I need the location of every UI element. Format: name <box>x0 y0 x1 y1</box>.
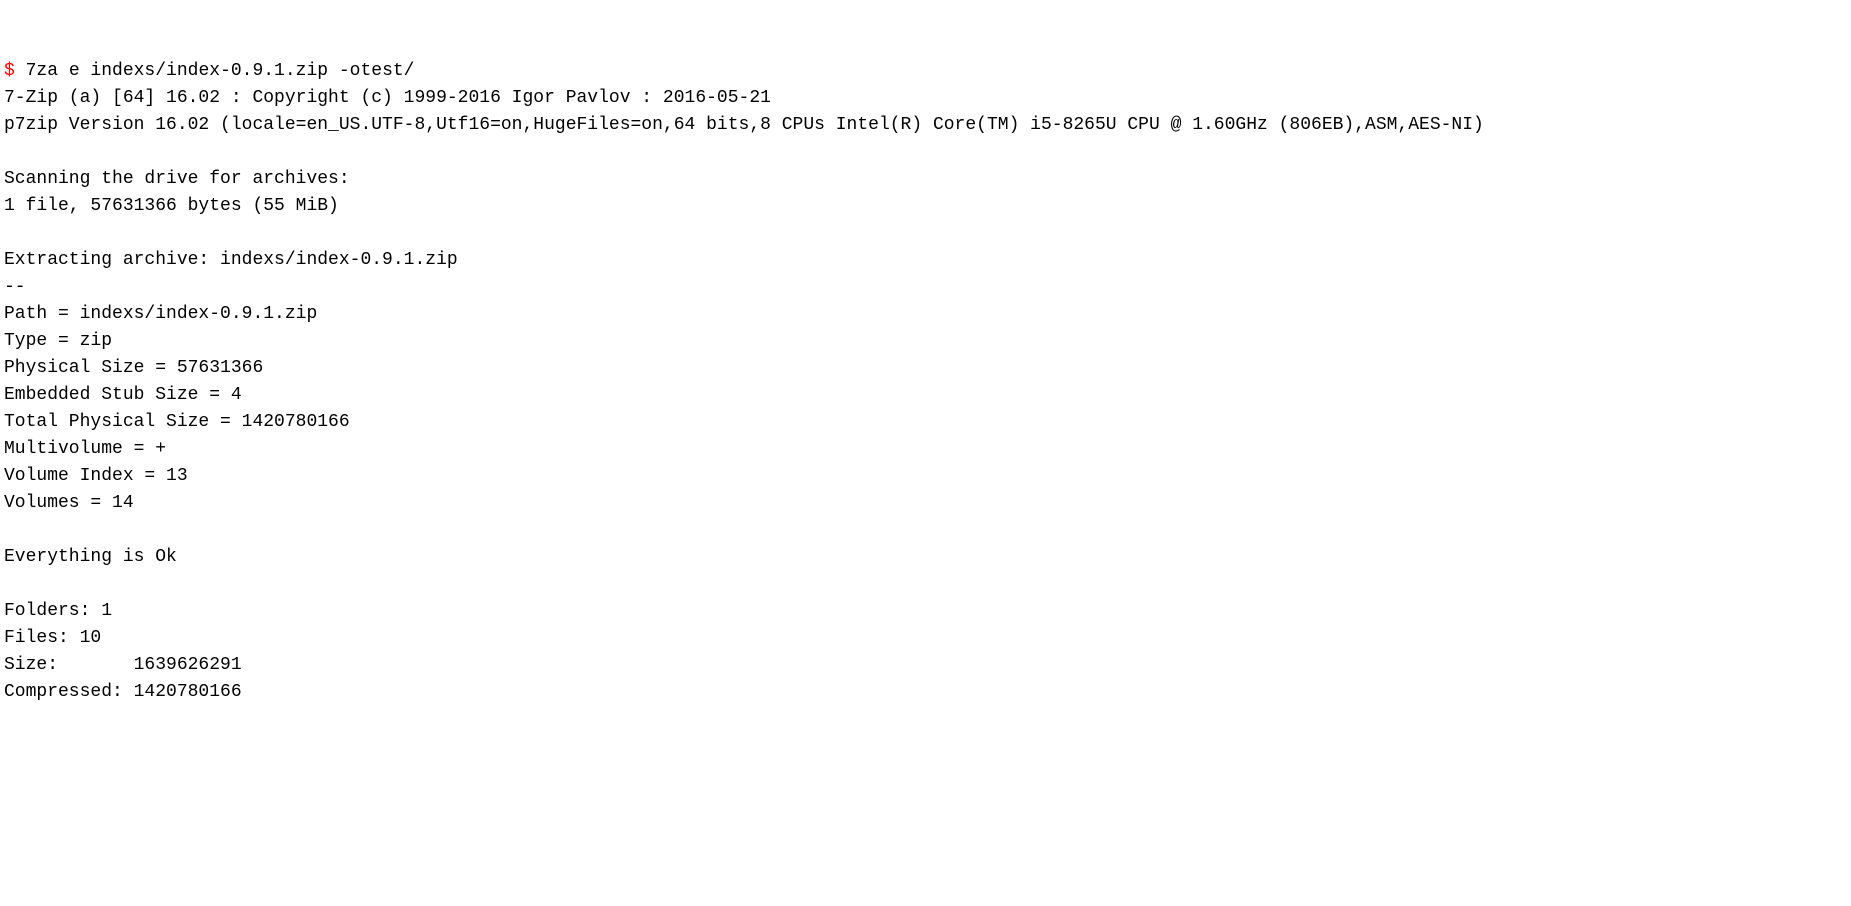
shell-command: 7za e indexs/index-0.9.1.zip -otest/ <box>15 61 415 81</box>
shell-prompt: $ <box>4 61 15 81</box>
shell-output: 7-Zip (a) [64] 16.02 : Copyright (c) 199… <box>4 88 1484 702</box>
